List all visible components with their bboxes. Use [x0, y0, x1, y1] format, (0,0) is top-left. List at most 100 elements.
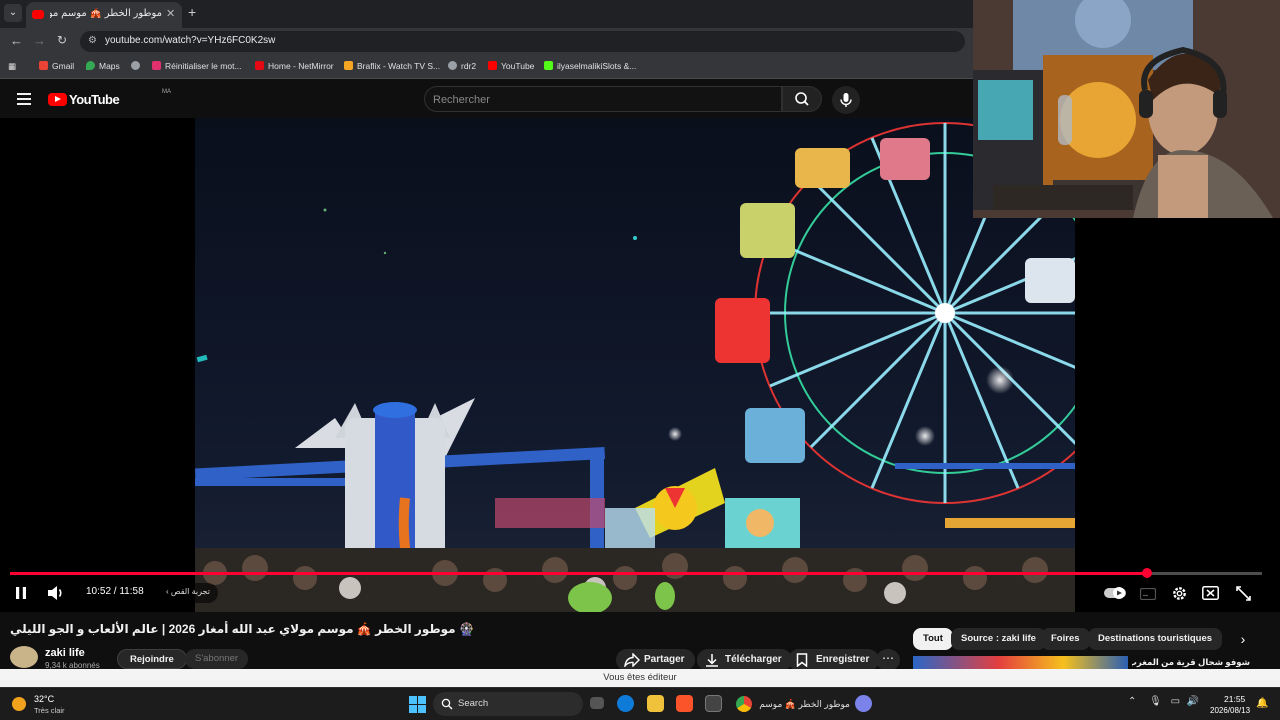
recommended-video-title[interactable]: شوفو شحال قرية من المغرب! جزيرة	[1132, 657, 1250, 668]
youtube-favicon-icon	[32, 10, 44, 19]
play-triangle-icon	[55, 96, 61, 102]
search-button[interactable]	[782, 86, 822, 112]
weather-moon-icon[interactable]	[12, 697, 26, 711]
youtube-header: YouTube MA	[0, 80, 975, 118]
pause-button[interactable]	[12, 584, 30, 607]
windows-start-icon[interactable]	[409, 696, 426, 713]
teams-icon[interactable]	[855, 695, 872, 712]
weather-description[interactable]: Très clair	[34, 706, 65, 715]
chip-fairs[interactable]: Foires	[1041, 628, 1090, 650]
chip-all[interactable]: Tout	[913, 628, 953, 650]
volume-button[interactable]	[46, 584, 66, 607]
reload-icon[interactable]: ↻	[57, 33, 67, 47]
streamer-webcam-image	[973, 0, 1280, 218]
forward-arrow-icon[interactable]: →	[33, 33, 46, 48]
recommended-video-thumbnail[interactable]	[913, 656, 1128, 670]
chip-tourist-destinations[interactable]: Destinations touristiques	[1088, 628, 1223, 650]
instagram-icon	[152, 61, 161, 70]
taskbar-chrome-window[interactable]: موطور الخطر 🎪 موسم مول	[734, 693, 854, 716]
more-actions-icon[interactable]: ⋯	[876, 649, 900, 671]
chapter-button[interactable]: تجربة القص ›	[158, 583, 218, 603]
pause-icon	[16, 587, 26, 599]
apps-grid-icon[interactable]: ▦	[8, 61, 16, 74]
player-controls: 10:52 / 11:58 تجربة القص ›	[0, 580, 1280, 608]
active-tab[interactable]: موطور الخطر 🎪 موسم مول ✕	[26, 2, 182, 28]
file-explorer-icon[interactable]	[647, 695, 664, 712]
microphone-icon[interactable]: 🎙	[1149, 696, 1162, 707]
autoplay-toggle-icon	[1104, 587, 1126, 599]
download-button[interactable]: Télécharger	[697, 649, 792, 671]
search-input[interactable]	[433, 91, 763, 108]
system-tray[interactable]: ⌃ 🎙 ▭ 🔊	[1128, 696, 1199, 707]
settings-button[interactable]	[1171, 585, 1188, 607]
speaker-icon[interactable]: 🔊	[1187, 696, 1199, 707]
video-info: 🎡 موطور الخطر 🎪 موسم مولاي عبد الله أمغا…	[0, 612, 1280, 671]
back-arrow-icon[interactable]: ←	[10, 33, 23, 48]
gear-icon	[1173, 587, 1186, 600]
tab-search-button[interactable]: ⌄	[4, 4, 22, 22]
subtitles-button[interactable]	[1139, 587, 1157, 605]
tab-title: موطور الخطر 🎪 موسم مول	[50, 8, 162, 19]
save-button[interactable]: Enregistrer	[788, 649, 880, 671]
bookmark-netmirror[interactable]: Home - NetMirror	[255, 61, 334, 74]
hamburger-menu-icon[interactable]	[17, 93, 31, 105]
bookmark-globe[interactable]	[131, 61, 144, 74]
youtube-icon	[488, 61, 497, 70]
url-text[interactable]: youtube.com/watch?v=YHz6FC0K2sw	[105, 35, 275, 46]
address-bar[interactable]: ⚙ youtube.com/watch?v=YHz6FC0K2sw	[80, 31, 965, 52]
chevron-up-icon[interactable]: ⌃	[1128, 696, 1136, 707]
maps-pin-icon	[86, 61, 95, 70]
globe-icon	[448, 61, 457, 70]
new-tab-icon[interactable]: +	[188, 4, 196, 20]
search-box[interactable]	[424, 86, 782, 112]
kick-icon	[544, 61, 553, 70]
subtitles-icon	[1139, 587, 1157, 601]
bookmark-youtube[interactable]: YouTube	[488, 61, 534, 74]
bookmark-kick[interactable]: ilyaselmalikiSlots &...	[544, 61, 636, 74]
clock-time[interactable]: 21:55	[1224, 694, 1245, 704]
youtube-logo-text: YouTube	[69, 92, 120, 107]
editor-banner: Vous êtes éditeur	[0, 669, 1280, 687]
fairground-video-image	[195, 118, 1075, 612]
volume-icon	[48, 586, 62, 600]
site-info-icon[interactable]: ⚙	[88, 35, 97, 46]
store-icon[interactable]	[705, 695, 722, 712]
miniplayer-button[interactable]	[1202, 586, 1219, 605]
fullscreen-icon	[1236, 586, 1251, 601]
bookmark-braflix[interactable]: Braflix - Watch TV S...	[344, 61, 440, 74]
gmail-icon	[39, 61, 48, 70]
autoplay-toggle[interactable]	[1104, 586, 1126, 605]
share-button[interactable]: Partager	[616, 649, 695, 671]
taskbar-search-label: Search	[458, 698, 489, 709]
clock-date[interactable]: 2026/08/13	[1210, 706, 1250, 715]
channel-name[interactable]: zaki life	[45, 647, 85, 659]
notification-bell-icon[interactable]: 🔔	[1256, 698, 1268, 709]
weather-temperature[interactable]: 32°C	[34, 694, 54, 704]
bookmark-rdr2[interactable]: rdr2	[448, 61, 476, 74]
taskbar-search[interactable]: Search	[433, 692, 583, 716]
fullscreen-button[interactable]	[1236, 586, 1251, 606]
youtube-logo[interactable]: YouTube MA	[48, 89, 171, 109]
chevron-right-icon[interactable]: ›	[1232, 628, 1254, 650]
join-button[interactable]: Rejoindre	[117, 649, 187, 669]
video-frame[interactable]	[195, 118, 1075, 612]
bookmarks-bar: ▦ Gmail Maps Réinitialiser le mot... Hom…	[0, 55, 975, 79]
channel-avatar[interactable]	[10, 646, 38, 668]
share-label: Partager	[644, 654, 685, 665]
task-view-icon[interactable]	[590, 697, 604, 709]
video-title: 🎡 موطور الخطر 🎪 موسم مولاي عبد الله أمغا…	[10, 622, 474, 636]
progress-bar[interactable]	[10, 568, 1262, 578]
tab-close-icon[interactable]: ✕	[166, 7, 175, 20]
chip-source[interactable]: Source : zaki life	[951, 628, 1046, 650]
voice-search-button[interactable]	[832, 86, 860, 114]
brave-icon[interactable]	[676, 695, 693, 712]
edge-icon[interactable]	[617, 695, 634, 712]
bookmark-icon	[796, 653, 808, 667]
network-icon[interactable]: ▭	[1171, 696, 1180, 707]
region-code: MA	[162, 89, 171, 95]
bookmark-instagram[interactable]: Réinitialiser le mot...	[152, 61, 242, 74]
scrubber-handle[interactable]	[1141, 568, 1152, 578]
bookmark-gmail[interactable]: Gmail	[39, 61, 74, 74]
subscribe-button[interactable]: S'abonner	[185, 649, 249, 669]
bookmark-maps[interactable]: Maps	[86, 61, 120, 74]
